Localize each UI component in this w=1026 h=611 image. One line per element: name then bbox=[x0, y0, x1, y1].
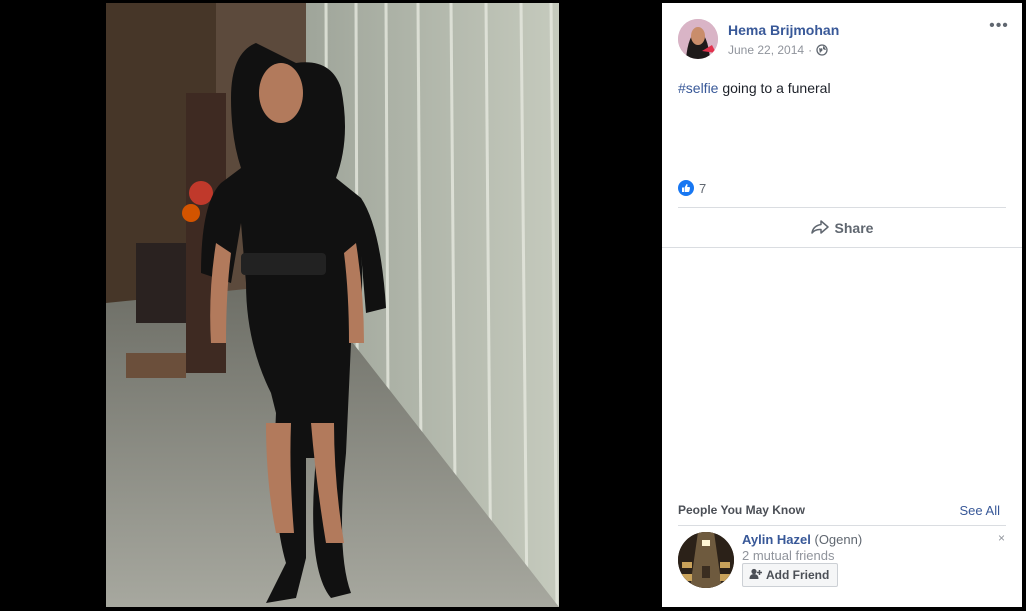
mutual-friends-link[interactable]: 2 mutual friends bbox=[742, 548, 835, 563]
close-icon[interactable]: × bbox=[998, 531, 1005, 545]
suggestion-alt-name: (Ogenn) bbox=[810, 532, 863, 547]
share-button[interactable]: Share bbox=[662, 209, 1022, 247]
see-all-link[interactable]: See All bbox=[960, 503, 1000, 518]
post-side-panel: Hema Brijmohan June 22, 2014 · ••• #self… bbox=[662, 3, 1022, 607]
add-friend-label: Add Friend bbox=[766, 568, 830, 582]
post-photo[interactable] bbox=[106, 3, 559, 607]
photo-illustration bbox=[106, 3, 559, 607]
pymk-divider bbox=[678, 525, 1006, 526]
author-avatar[interactable] bbox=[678, 19, 718, 59]
more-options-button[interactable]: ••• bbox=[988, 18, 1010, 37]
post-date-link[interactable]: June 22, 2014 bbox=[728, 43, 804, 57]
avatar-image bbox=[678, 19, 718, 59]
post-header: Hema Brijmohan June 22, 2014 · ••• bbox=[678, 18, 1010, 63]
share-icon bbox=[810, 219, 829, 238]
post-caption: going to a funeral bbox=[718, 80, 831, 96]
reaction-summary[interactable]: 7 bbox=[678, 180, 706, 196]
like-icon bbox=[678, 180, 694, 196]
hashtag-link[interactable]: #selfie bbox=[678, 80, 718, 96]
add-friend-icon bbox=[749, 568, 762, 583]
post-text: #selfie going to a funeral bbox=[678, 80, 831, 96]
suggestion-avatar[interactable] bbox=[678, 532, 734, 588]
photo-viewer-stage bbox=[0, 0, 662, 611]
meta-separator: · bbox=[808, 43, 813, 57]
suggestion-avatar-image bbox=[678, 532, 734, 588]
suggestion-name-link[interactable]: Aylin Hazel bbox=[742, 532, 811, 547]
like-count: 7 bbox=[699, 180, 707, 196]
pymk-title: People You May Know bbox=[678, 503, 805, 517]
share-label: Share bbox=[834, 220, 874, 236]
action-divider bbox=[678, 207, 1006, 208]
author-name-link[interactable]: Hema Brijmohan bbox=[728, 22, 839, 38]
suggestion-name: Aylin Hazel (Ogenn) bbox=[742, 532, 862, 547]
add-friend-button[interactable]: Add Friend bbox=[742, 563, 839, 587]
post-meta: June 22, 2014 · bbox=[728, 43, 828, 57]
globe-icon[interactable] bbox=[816, 44, 828, 56]
section-divider bbox=[662, 247, 1022, 248]
